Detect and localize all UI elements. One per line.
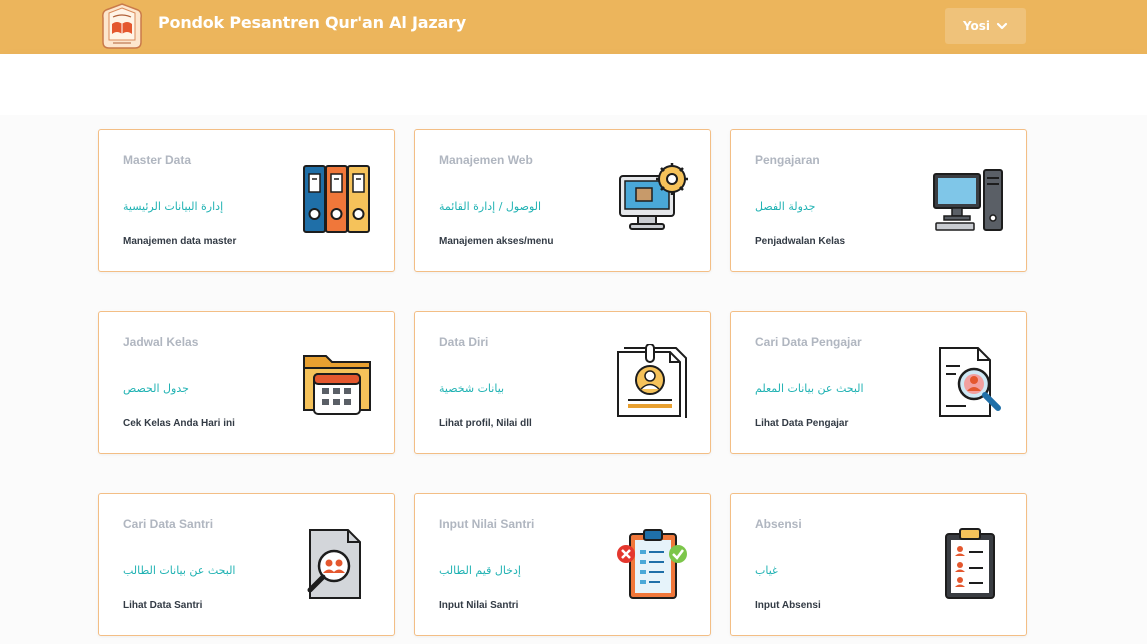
card-manajemen-web[interactable]: Manajemen Web الوصول / إدارة القائمة Man… <box>414 129 711 272</box>
card-title: Cari Data Santri <box>123 517 214 531</box>
pesantren-logo[interactable] <box>100 2 144 50</box>
top-navbar: Pondok Pesantren Qur'an Al Jazary Yosi <box>0 0 1147 54</box>
card-title: Data Diri <box>439 335 489 349</box>
card-description: Manajemen data master <box>123 236 237 247</box>
profile-document-icon <box>617 344 687 418</box>
card-description: Cek Kelas Anda Hari ini <box>123 418 235 429</box>
user-name: Yosi <box>962 19 991 33</box>
card-master-data[interactable]: Master Data إدارة البيانات الرئيسية Mana… <box>98 129 395 272</box>
card-title: Jadwal Kelas <box>123 335 199 349</box>
card-data-diri[interactable]: Data Diri بيانات شخصية Lihat profil, Nil… <box>414 311 711 454</box>
desktop-computer-icon <box>933 169 1003 231</box>
card-cari-data-santri[interactable]: Cari Data Santri البحث عن بيانات الطالب … <box>98 493 395 636</box>
card-description: Input Absensi <box>755 600 821 611</box>
card-description: Penjadwalan Kelas <box>755 236 846 247</box>
document-search-users-icon <box>307 529 361 599</box>
card-description: Lihat Data Pengajar <box>755 418 849 429</box>
brand-title: Pondok Pesantren Qur'an Al Jazary <box>158 13 466 32</box>
chevron-down-icon <box>996 22 1008 30</box>
card-arabic-text: إدارة البيانات الرئيسية <box>123 200 224 213</box>
sub-header-bar <box>0 54 1147 115</box>
card-cari-data-pengajar[interactable]: Cari Data Pengajar البحث عن بيانات المعل… <box>730 311 1027 454</box>
clipboard-check-icon <box>617 529 687 599</box>
card-description: Manajemen akses/menu <box>439 236 554 247</box>
card-arabic-text: البحث عن بيانات المعلم <box>755 382 864 395</box>
card-jadwal-kelas[interactable]: Jadwal Kelas جدول الحصص Cek Kelas Anda H… <box>98 311 395 454</box>
card-arabic-text: البحث عن بيانات الطالب <box>123 564 236 577</box>
monitor-gear-icon <box>619 163 688 230</box>
card-title: Pengajaran <box>755 153 820 167</box>
card-absensi[interactable]: Absensi غياب Input Absensi <box>730 493 1027 636</box>
card-arabic-text: جدولة الفصل <box>755 200 816 213</box>
user-menu-button[interactable]: Yosi <box>945 8 1026 44</box>
card-title: Cari Data Pengajar <box>755 335 862 349</box>
card-title: Input Nilai Santri <box>439 517 535 531</box>
card-description: Input Nilai Santri <box>439 600 519 611</box>
card-description: Lihat profil, Nilai dll <box>439 418 532 429</box>
card-arabic-text: الوصول / إدارة القائمة <box>439 200 542 213</box>
card-title: Absensi <box>755 517 802 531</box>
card-description: Lihat Data Santri <box>123 600 203 611</box>
folder-calendar-icon <box>303 355 371 415</box>
card-pengajaran[interactable]: Pengajaran جدولة الفصل Penjadwalan Kelas <box>730 129 1027 272</box>
card-arabic-text: بيانات شخصية <box>439 382 505 395</box>
card-arabic-text: إدخال قيم الطالب <box>439 564 521 577</box>
card-input-nilai-santri[interactable]: Input Nilai Santri إدخال قيم الطالب Inpu… <box>414 493 711 636</box>
card-arabic-text: جدول الحصص <box>123 382 189 395</box>
card-title: Master Data <box>123 153 192 167</box>
document-search-user-icon <box>939 347 1001 417</box>
card-arabic-text: غياب <box>755 564 778 577</box>
card-title: Manajemen Web <box>439 153 533 167</box>
binders-icon <box>303 165 370 233</box>
clipboard-attendance-icon <box>945 528 995 599</box>
